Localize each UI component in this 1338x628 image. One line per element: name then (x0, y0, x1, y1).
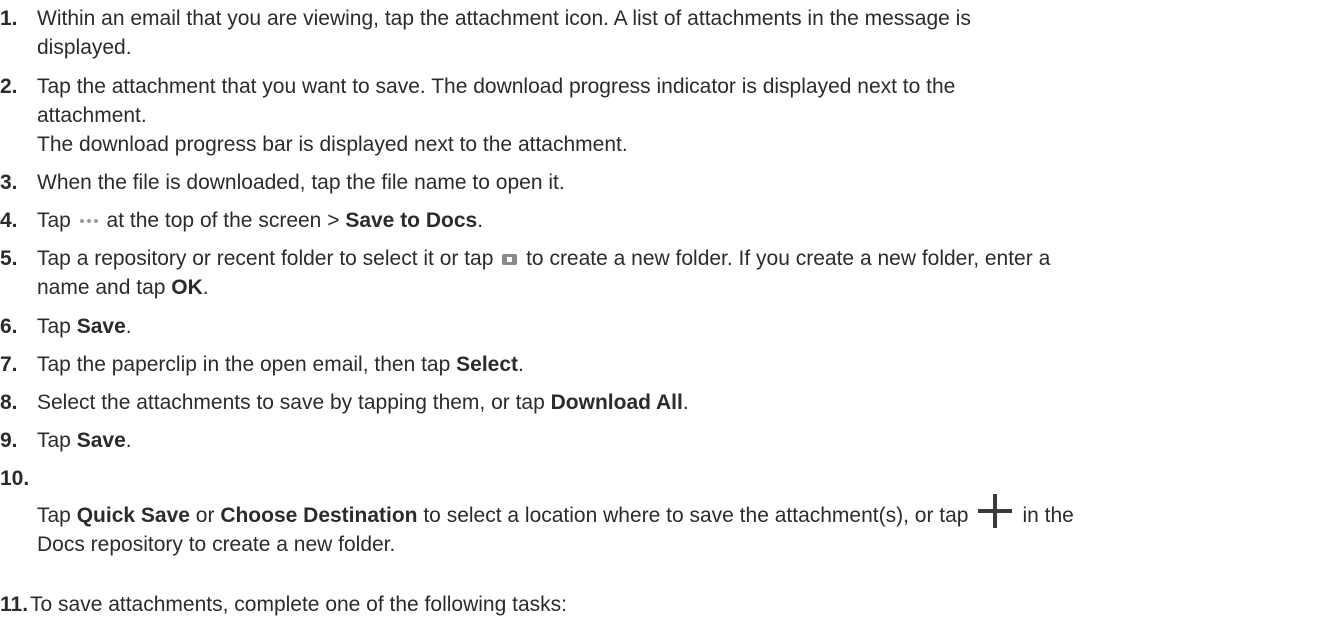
step-text: name and tap (37, 276, 166, 299)
step-number: 7. (0, 353, 18, 376)
step-number: 3. (0, 171, 18, 194)
step-bold-text: Choose Destination (220, 504, 418, 527)
step-text: to select a location where to save the a… (423, 504, 969, 527)
step-text: Tap (37, 315, 71, 338)
step-text-line: Within an email that you are viewing, ta… (37, 7, 971, 30)
step-number: 8. (0, 391, 18, 414)
step-number: 1. (0, 7, 18, 30)
step-text: or (195, 504, 215, 527)
step-number: 11. (0, 593, 29, 616)
step-number: 10. (0, 467, 30, 490)
step-number: 2. (0, 75, 18, 98)
step-bold-text: Quick Save (76, 504, 190, 527)
step-number: 4. (0, 209, 18, 232)
step-text: to create a new folder. If you create a … (526, 247, 1051, 270)
step-bold-text: Download All (550, 391, 683, 414)
step-number: 5. (0, 247, 18, 270)
step-text-line: The download progress bar is displayed n… (37, 133, 628, 156)
step-text: Select the attachments to save by tappin… (37, 391, 545, 414)
step-bold-text: Select (456, 353, 519, 376)
step-text: To save attachments, complete one of the… (30, 593, 567, 616)
step-bold-text: Save (76, 429, 126, 452)
step-text: When the file is downloaded, tap the fil… (37, 171, 565, 194)
step-text-line: Docs repository to create a new folder. (37, 533, 396, 556)
step-text: in the (1022, 504, 1074, 527)
step-number: 6. (0, 315, 18, 338)
step-text: at the top of the screen > (106, 209, 340, 232)
step-text: Tap a repository or recent folder to sel… (37, 247, 494, 270)
more-dots-icon (79, 216, 98, 226)
step-number: 9. (0, 429, 18, 452)
step-bold-text: OK (171, 276, 203, 299)
step-text: Tap (37, 504, 71, 527)
step-bold-text: Save to Docs (345, 209, 478, 232)
step-text: Tap (37, 429, 71, 452)
plus-icon (978, 494, 1013, 528)
new-folder-icon (502, 253, 518, 265)
step-bold-text: Save (76, 315, 126, 338)
step-text: Tap (37, 209, 71, 232)
step-text: Tap the paperclip in the open email, the… (37, 353, 451, 376)
step-text-line: attachment. (37, 104, 147, 127)
step-text-line: Tap the attachment that you want to save… (37, 75, 956, 98)
step-text-line: displayed. (37, 36, 132, 59)
